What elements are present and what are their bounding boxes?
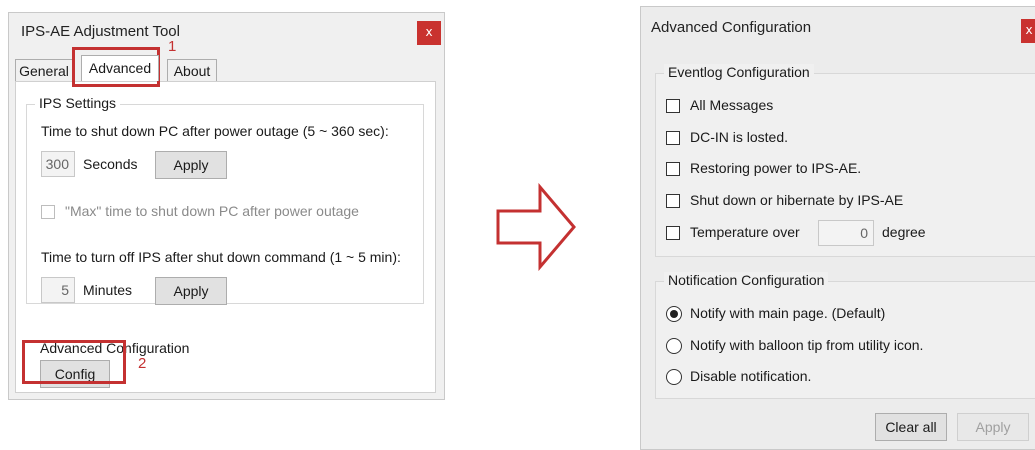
turn-off-ips-minutes-field[interactable]: 5	[41, 277, 75, 303]
all-messages-checkbox[interactable]	[666, 99, 680, 113]
temperature-over-label: Temperature over	[690, 224, 800, 240]
dc-in-lost-checkbox[interactable]	[666, 131, 680, 145]
temperature-field[interactable]: 0	[818, 220, 874, 246]
turn-off-ips-label: Time to turn off IPS after shut down com…	[41, 249, 401, 265]
advanced-config-title: Advanced Configuration	[651, 19, 812, 36]
restoring-power-checkbox[interactable]	[666, 162, 680, 176]
notification-group: Notification Configuration Notify with m…	[655, 272, 1035, 399]
clear-all-button[interactable]: Clear all	[875, 413, 947, 441]
step-1-label: 1	[168, 38, 177, 55]
dc-in-lost-label: DC-IN is losted.	[690, 129, 789, 145]
advanced-configuration-window: Advanced Configuration x Eventlog Config…	[640, 6, 1035, 450]
eventlog-title: Eventlog Configuration	[664, 64, 814, 80]
shutdown-pc-unit: Seconds	[83, 156, 138, 172]
shutdown-hibernate-label: Shut down or hibernate by IPS-AE	[690, 192, 904, 208]
max-time-checkbox[interactable]	[41, 205, 55, 219]
max-time-label: "Max" time to shut down PC after power o…	[65, 203, 359, 219]
step-2-label: 2	[138, 355, 147, 372]
notify-main-page-radio[interactable]	[666, 306, 682, 322]
all-messages-label: All Messages	[690, 97, 774, 113]
temperature-unit: degree	[882, 224, 926, 240]
shutdown-pc-apply-button[interactable]: Apply	[155, 151, 227, 179]
apply-button[interactable]: Apply	[957, 413, 1029, 441]
temperature-over-checkbox[interactable]	[666, 226, 680, 240]
notify-balloon-label: Notify with balloon tip from utility ico…	[690, 337, 924, 353]
disable-notification-label: Disable notification.	[690, 368, 812, 384]
restoring-power-label: Restoring power to IPS-AE.	[690, 160, 862, 176]
tab-about[interactable]: About	[167, 59, 217, 81]
tab-general[interactable]: General	[15, 59, 73, 81]
notify-main-page-label: Notify with main page. (Default)	[690, 305, 886, 321]
turn-off-ips-unit: Minutes	[83, 282, 133, 298]
ips-settings-group: IPS Settings Time to shut down PC after …	[26, 95, 424, 305]
config-button-highlight	[22, 340, 126, 384]
turn-off-ips-apply-button[interactable]: Apply	[155, 277, 227, 305]
shutdown-pc-seconds-field[interactable]: 300	[41, 151, 75, 177]
close-icon[interactable]: x	[417, 21, 441, 45]
disable-notification-radio[interactable]	[666, 369, 682, 385]
tab-bar: General Advanced About	[15, 55, 315, 83]
ips-settings-title: IPS Settings	[35, 95, 121, 111]
close-icon[interactable]: x	[1021, 19, 1035, 43]
shutdown-hibernate-checkbox[interactable]	[666, 194, 680, 208]
window-title: IPS-AE Adjustment Tool	[21, 23, 180, 40]
right-arrow-outline-icon	[496, 183, 576, 271]
shutdown-pc-label: Time to shut down PC after power outage …	[41, 123, 389, 139]
tab-advanced[interactable]: Advanced	[81, 55, 159, 81]
notify-balloon-radio[interactable]	[666, 338, 682, 354]
eventlog-group: Eventlog Configuration All Messages DC-I…	[655, 64, 1035, 257]
notification-title: Notification Configuration	[664, 272, 829, 288]
